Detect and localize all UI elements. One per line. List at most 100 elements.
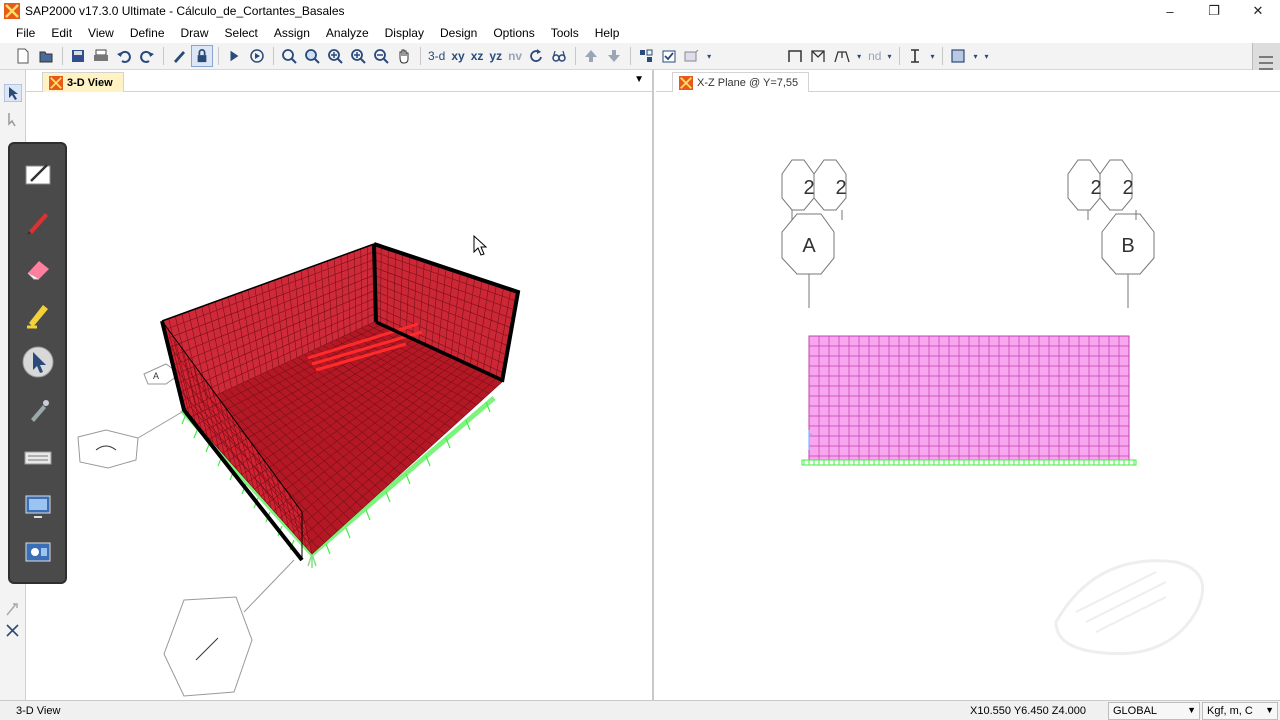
title-bar: SAP2000 v17.3.0 Ultimate - Cálculo_de_Co… [0, 0, 1280, 22]
sap-window-icon [49, 75, 63, 90]
rotate-view-icon[interactable] [525, 45, 547, 67]
run-analysis-icon[interactable] [223, 45, 245, 67]
supports-elevation [801, 459, 1137, 466]
eraser-icon[interactable] [20, 250, 56, 286]
view-3d-button[interactable]: 3-d [425, 45, 448, 67]
set-display-options-icon[interactable] [658, 45, 680, 67]
nd-more-icon[interactable]: ▾ [884, 45, 894, 67]
object-shrink-icon[interactable] [635, 45, 657, 67]
text-cursor-icon[interactable] [904, 45, 926, 67]
toolbar-options-icon[interactable]: ▾ [981, 45, 991, 67]
tab-xz-plane[interactable]: X-Z Plane @ Y=7,55 [672, 72, 810, 92]
wall-mesh-elevation [808, 335, 1130, 461]
units-value: Kgf, m, C [1207, 705, 1253, 717]
toolbar-separator [62, 47, 63, 65]
toolbar-separator [899, 47, 901, 65]
sap2000-logo-icon [4, 3, 20, 19]
open-model-icon[interactable] [35, 45, 57, 67]
minimize-button[interactable]: – [1148, 0, 1192, 22]
menu-options[interactable]: Options [493, 26, 534, 40]
grid-bubble-label: 2 [803, 177, 814, 199]
zoom-in-icon[interactable] [324, 45, 346, 67]
view-nv-button[interactable]: nv [505, 45, 525, 67]
menu-tools[interactable]: Tools [551, 26, 579, 40]
restore-button[interactable]: ❐ [1192, 0, 1236, 22]
zoom-window-icon[interactable] [278, 45, 300, 67]
move-up-icon[interactable] [580, 45, 602, 67]
view-xz-button[interactable]: xz [468, 45, 487, 67]
pane-dropdown-icon[interactable]: ▼ [634, 74, 644, 85]
draw-special-icon[interactable] [4, 600, 22, 618]
menu-display[interactable]: Display [385, 26, 424, 40]
menu-draw[interactable]: Draw [181, 26, 209, 40]
highlighter-icon[interactable] [20, 296, 56, 332]
whiteboard-settings-icon[interactable] [20, 536, 56, 572]
pointer-tool-icon[interactable] [3, 83, 23, 103]
sap-window-icon [679, 75, 693, 90]
menu-define[interactable]: Define [130, 26, 165, 40]
menu-bar: File Edit View Define Draw Select Assign… [0, 22, 1280, 43]
area-more-icon[interactable]: ▾ [970, 45, 980, 67]
menu-help[interactable]: Help [595, 26, 620, 40]
close-button[interactable]: ✕ [1236, 0, 1280, 22]
move-down-icon[interactable] [603, 45, 625, 67]
color-picker-icon[interactable] [20, 392, 56, 428]
text-more-icon[interactable]: ▾ [927, 45, 937, 67]
redo-icon[interactable] [136, 45, 158, 67]
print-icon[interactable] [90, 45, 112, 67]
dropdown-arrow-icon[interactable]: ▾ [704, 45, 714, 67]
zoom-out-icon[interactable] [370, 45, 392, 67]
view-pane-xz[interactable]: X-Z Plane @ Y=7,55 2 2 A 2 2 B [656, 70, 1280, 700]
new-model-icon[interactable] [12, 45, 34, 67]
toolbar-separator [942, 47, 944, 65]
units-select[interactable]: Kgf, m, C ▼ [1202, 702, 1278, 720]
frame-support-icon[interactable] [831, 45, 853, 67]
menu-view[interactable]: View [88, 26, 114, 40]
frame-more-icon[interactable]: ▾ [854, 45, 864, 67]
status-bar: 3-D View X10.550 Y6.450 Z4.000 GLOBAL ▼ … [0, 700, 1280, 720]
area-object-icon[interactable] [947, 45, 969, 67]
screen-capture-icon[interactable] [20, 488, 56, 524]
model-xz-canvas[interactable]: 2 2 A 2 2 B [656, 92, 1280, 700]
perspective-glasses-icon[interactable] [548, 45, 570, 67]
display-more-icon[interactable] [681, 45, 703, 67]
tab-xz-plane-label: X-Z Plane @ Y=7,55 [697, 76, 799, 89]
red-pen-icon[interactable] [20, 204, 56, 240]
zoom-in-step-icon[interactable] [347, 45, 369, 67]
keyboard-icon[interactable] [20, 440, 56, 476]
pan-hand-icon[interactable] [393, 45, 415, 67]
undo-icon[interactable] [113, 45, 135, 67]
grid-bubble-group-2: 2 2 B [1067, 159, 1155, 308]
frame-section-icon[interactable] [785, 45, 807, 67]
reshape-tool-icon[interactable] [4, 110, 22, 128]
model-3d-canvas[interactable]: A [26, 92, 654, 700]
status-view-name: 3-D View [16, 705, 61, 717]
view-yz-button[interactable]: yz [486, 45, 505, 67]
view-xy-button[interactable]: xy [448, 45, 467, 67]
grid-bubble-b-label: B [1121, 235, 1134, 257]
lock-icon[interactable] [191, 45, 213, 67]
save-icon[interactable] [67, 45, 89, 67]
toolbar-separator [273, 47, 274, 65]
menu-design[interactable]: Design [440, 26, 477, 40]
view-pane-3d[interactable]: 3-D View ▼ A [26, 70, 654, 700]
frame-brace-icon[interactable] [808, 45, 830, 67]
menu-analyze[interactable]: Analyze [326, 26, 369, 40]
select-tool-icon[interactable] [4, 622, 22, 640]
zoom-restore-icon[interactable] [301, 45, 323, 67]
tab-3d-view[interactable]: 3-D View [42, 72, 124, 92]
nd-button[interactable]: nd [865, 45, 884, 67]
pointer-select-icon[interactable] [20, 344, 56, 380]
toolbar-separator [575, 47, 577, 65]
grid-bubble-left [77, 411, 183, 469]
menu-file[interactable]: File [16, 26, 35, 40]
menu-edit[interactable]: Edit [51, 26, 72, 40]
status-coordinates: X10.550 Y6.450 Z4.000 [970, 705, 1087, 717]
run-step-icon[interactable] [246, 45, 268, 67]
notepad-pen-icon[interactable] [20, 156, 56, 192]
menu-assign[interactable]: Assign [274, 26, 310, 40]
edit-pencil-icon[interactable] [168, 45, 190, 67]
coord-system-select[interactable]: GLOBAL ▼ [1108, 702, 1200, 720]
grid-bubble-bottom [163, 559, 295, 697]
menu-select[interactable]: Select [225, 26, 258, 40]
